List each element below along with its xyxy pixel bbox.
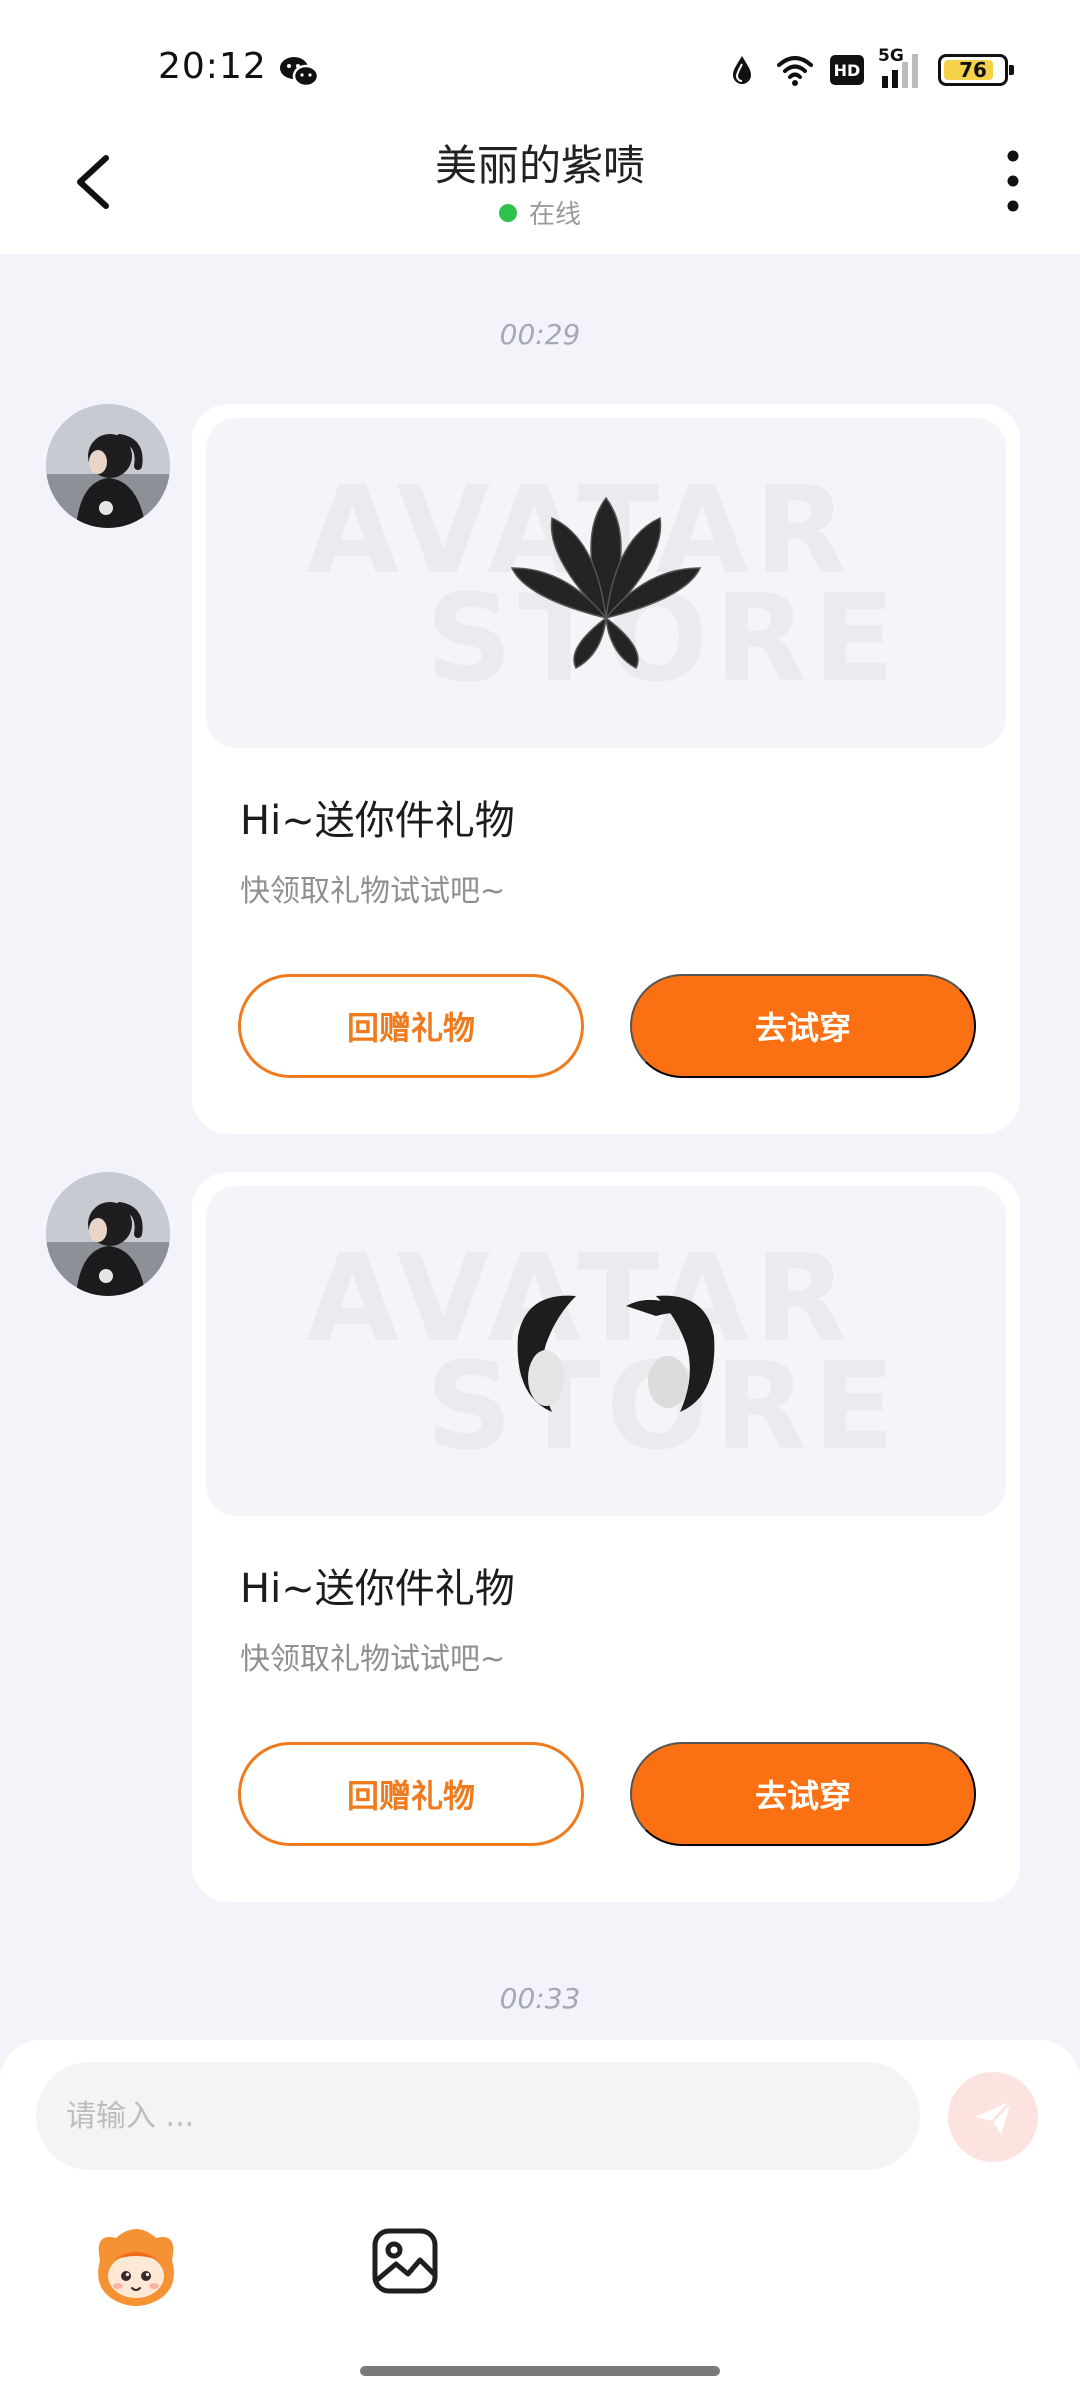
- status-time: 20:12: [158, 46, 267, 87]
- gift-card: AVATAR STORE Hi~送你件礼物 快领取礼物试试吧~ 回赠礼物 去试穿: [192, 404, 1020, 1134]
- try-on-button[interactable]: 去试穿: [630, 974, 976, 1078]
- avatar[interactable]: [46, 1172, 170, 1296]
- message-composer: [0, 2040, 1080, 2400]
- avatar[interactable]: [46, 404, 170, 528]
- timestamp: 00:29: [499, 318, 581, 351]
- image-icon[interactable]: [370, 2226, 440, 2296]
- mascot-icon[interactable]: [90, 2220, 182, 2312]
- try-on-button[interactable]: 去试穿: [630, 1742, 976, 1846]
- more-vertical-icon[interactable]: [998, 148, 1028, 214]
- ear-muffs-accessory-icon: [517, 1295, 715, 1412]
- gift-title: Hi~送你件礼物: [240, 1566, 515, 1612]
- wifi-icon: [777, 56, 813, 86]
- gift-card: AVATAR STORE Hi~送你件礼物 快领取礼物试试吧~ 回赠礼物 去试穿: [192, 1172, 1020, 1902]
- battery-icon: 76: [938, 54, 1014, 86]
- return-gift-button[interactable]: 回赠礼物: [238, 1742, 584, 1846]
- drop-icon: [733, 56, 751, 84]
- gift-title: Hi~送你件礼物: [240, 798, 515, 844]
- send-icon: [975, 2099, 1013, 2135]
- send-button[interactable]: [948, 2072, 1038, 2162]
- hd-icon: HD: [830, 55, 864, 85]
- chat-screen: 20:12 HD 5G 76 美丽的紫啧 在线 00:29 AVATAR STO…: [0, 0, 1080, 2400]
- signal-icon: 5G: [878, 46, 924, 90]
- gift-subtitle: 快领取礼物试试吧~: [240, 1642, 506, 1677]
- message-input[interactable]: [36, 2062, 920, 2170]
- top-bar: 20:12 HD 5G 76 美丽的紫啧 在线: [0, 0, 1080, 254]
- battery-level: 76: [959, 58, 987, 82]
- leaf-accessory-icon: [510, 496, 702, 670]
- home-indicator[interactable]: [360, 2366, 720, 2376]
- wechat-icon: [280, 57, 320, 88]
- gift-preview[interactable]: AVATAR STORE: [206, 418, 1006, 748]
- online-dot: [498, 203, 517, 222]
- chat-title: 美丽的紫啧: [434, 141, 645, 190]
- gift-subtitle: 快领取礼物试试吧~: [240, 874, 506, 909]
- return-gift-button[interactable]: 回赠礼物: [238, 974, 584, 1078]
- status-icons: HD 5G 76: [724, 46, 1014, 92]
- timestamp: 00:33: [499, 1982, 581, 2015]
- gift-preview[interactable]: AVATAR STORE: [206, 1186, 1006, 1516]
- online-status: 在线: [528, 200, 581, 230]
- presence-indicator: 在线: [0, 194, 1080, 231]
